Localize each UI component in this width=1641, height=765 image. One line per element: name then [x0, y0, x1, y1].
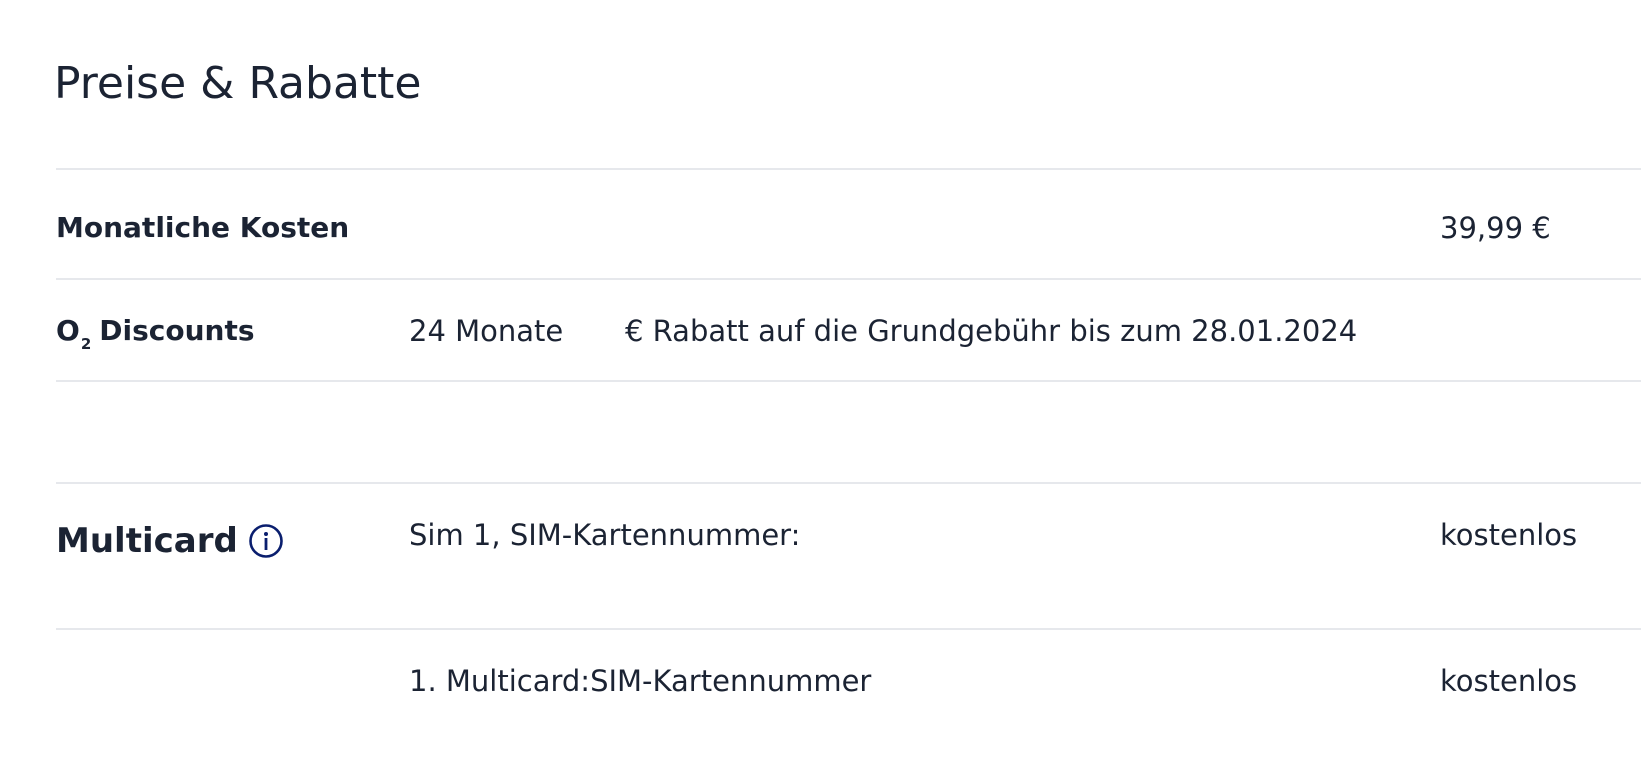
monthly-costs-value: 39,99 € [1440, 211, 1551, 245]
multicard-row-2-description: 1. Multicard:SIM-Kartennummer [409, 664, 872, 698]
multicard-label: Multicard [56, 521, 238, 561]
o2-discounts-label-suffix: Discounts [99, 314, 255, 347]
multicard-row-2-price: kostenlos [1440, 664, 1578, 698]
divider-multicard-top [56, 482, 1641, 484]
page-title: Preise & Rabatte [54, 58, 422, 109]
discount-duration: 24 Monate [409, 314, 564, 348]
multicard-row-1-description: Sim 1, SIM-Kartennummer: [409, 518, 801, 552]
monthly-costs-label: Monatliche Kosten [56, 211, 350, 244]
divider-top [56, 168, 1641, 170]
o2-discounts-label-subscript: 2 [80, 335, 92, 353]
multicard-row-1-price: kostenlos [1440, 518, 1578, 552]
discount-description: € Rabatt auf die Grundgebühr bis zum 28.… [625, 314, 1358, 348]
divider-monthly-costs [56, 278, 1641, 280]
info-circle-icon[interactable] [248, 523, 284, 559]
divider-multicard-rows [56, 628, 1641, 630]
divider-discounts [56, 380, 1641, 382]
o2-discounts-label: O2 Discounts [56, 311, 255, 364]
multicard-label-group: Multicard [56, 519, 284, 563]
o2-discounts-label-prefix: O [56, 314, 80, 347]
